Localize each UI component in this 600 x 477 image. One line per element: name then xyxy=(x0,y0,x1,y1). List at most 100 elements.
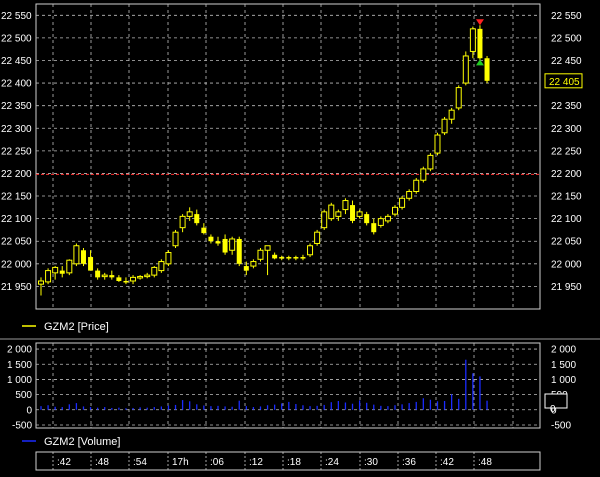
price-tick-label: 21 950 xyxy=(1,282,32,293)
candle-body xyxy=(427,154,434,170)
volume-axis-left: 2 000 1 500 1 000 500 0 -500 xyxy=(7,345,32,432)
price-tick-label: 22 500 xyxy=(1,33,32,44)
candle-body xyxy=(406,191,413,199)
candle-body xyxy=(215,241,221,244)
time-axis[interactable]: :42:48:54 17h:06:12:18:24:30:36:42:48 xyxy=(35,451,541,471)
volume-tick-label: 500 xyxy=(15,390,32,401)
candle-body xyxy=(399,197,406,208)
candle-body xyxy=(413,179,420,193)
price-tick-label: 22 050 xyxy=(551,237,582,248)
price-tick-label: 22 300 xyxy=(1,124,32,135)
candle-body xyxy=(59,270,65,274)
candle-body xyxy=(88,257,94,271)
price-tick-label: 22 000 xyxy=(551,259,582,270)
time-tick-label: :48 xyxy=(478,457,492,468)
candle-body xyxy=(208,236,214,242)
candle-body xyxy=(279,257,285,259)
candle-body xyxy=(52,266,59,274)
candle-body xyxy=(321,211,328,229)
candle-body xyxy=(144,274,151,278)
candle-body xyxy=(151,266,158,276)
time-tick-label: :18 xyxy=(287,457,301,468)
last-volume-value: 0 xyxy=(550,404,556,415)
candle-body xyxy=(328,204,335,220)
candle-body xyxy=(194,214,200,224)
volume-legend: GZM2 [Volume] xyxy=(22,436,120,448)
candle-body xyxy=(101,274,108,278)
candle-body xyxy=(66,259,73,274)
time-tick-label: :24 xyxy=(325,457,339,468)
candle-body xyxy=(172,231,179,247)
time-tick-label: :30 xyxy=(364,457,378,468)
candle-body xyxy=(342,200,349,211)
price-tick-label: 22 000 xyxy=(1,259,32,270)
candle-body xyxy=(109,275,115,278)
last-price-label: 22 405 xyxy=(544,73,583,89)
volume-pane[interactable] xyxy=(35,342,541,429)
time-tick-label: :36 xyxy=(402,457,416,468)
candle-body xyxy=(45,270,52,283)
price-axis-right: 22 55022 50022 45022 40022 35022 30022 2… xyxy=(551,11,582,293)
candle-body xyxy=(455,87,462,109)
candle-body xyxy=(484,58,490,81)
candle-body xyxy=(293,257,299,259)
candle-body xyxy=(38,280,44,285)
price-tick-label: 22 200 xyxy=(1,169,32,180)
price-tick-label: 22 400 xyxy=(1,79,32,90)
time-tick-label: 17h xyxy=(172,457,189,468)
volume-tick-label: 1 500 xyxy=(7,360,32,371)
price-tick-label: 22 350 xyxy=(1,101,32,112)
volume-tick-label: 1 500 xyxy=(551,360,576,371)
candle-body xyxy=(73,245,80,265)
candle-body xyxy=(123,280,129,283)
candle-body xyxy=(250,261,257,267)
candle-body xyxy=(364,214,370,224)
candle-body xyxy=(257,249,264,260)
candle-body xyxy=(229,238,236,251)
candle-body xyxy=(158,261,165,272)
candle-body xyxy=(420,168,427,181)
price-tick-label: 22 500 xyxy=(551,33,582,44)
price-tick-label: 22 150 xyxy=(551,192,582,203)
candle-body xyxy=(314,231,321,244)
candle-body xyxy=(371,223,377,233)
candle-body xyxy=(179,215,186,229)
volume-tick-label: 2 000 xyxy=(551,345,576,356)
price-pane[interactable] xyxy=(35,3,541,310)
price-tick-label: 22 250 xyxy=(1,146,32,157)
time-tick-label: :54 xyxy=(133,457,147,468)
price-tick-label: 22 550 xyxy=(551,11,582,22)
price-tick-label: 22 050 xyxy=(1,237,32,248)
price-legend-label: GZM2 [Price] xyxy=(44,321,109,333)
last-price-value: 22 405 xyxy=(549,77,580,88)
candle-body xyxy=(469,28,476,52)
volume-axis-right: 2 0001 5001 0005000-500 xyxy=(551,345,576,432)
candle-body xyxy=(243,266,249,271)
candle-body xyxy=(448,109,455,120)
chart-window: 22 550 22 500 22 450 22 400 22 350 22 300 22 2… xyxy=(0,3,600,471)
candle-body xyxy=(80,250,86,264)
volume-legend-label: GZM2 [Volume] xyxy=(44,436,120,448)
candle-body xyxy=(377,218,384,226)
price-tick-label: 22 550 xyxy=(1,11,32,22)
time-tick-label: :48 xyxy=(95,457,109,468)
candle-body xyxy=(307,245,314,256)
candle-body xyxy=(434,134,441,154)
price-legend: GZM2 [Price] xyxy=(22,321,109,333)
candle-body xyxy=(392,206,398,215)
volume-tick-label: 1 000 xyxy=(7,375,32,386)
candle-body xyxy=(95,270,101,278)
candle-body xyxy=(356,211,363,217)
candle-body xyxy=(384,215,391,222)
candle-body xyxy=(137,275,144,279)
price-tick-label: 22 450 xyxy=(551,56,582,67)
volume-tick-label: 2 000 xyxy=(7,345,32,356)
candle-body xyxy=(222,238,228,253)
candle-body xyxy=(272,254,278,259)
time-tick-label: :42 xyxy=(440,457,454,468)
time-tick-label: :06 xyxy=(210,457,224,468)
volume-tick-label: 0 xyxy=(26,405,32,416)
candle-body xyxy=(264,245,271,251)
candle-body xyxy=(116,277,122,281)
time-tick-label: :12 xyxy=(249,457,263,468)
